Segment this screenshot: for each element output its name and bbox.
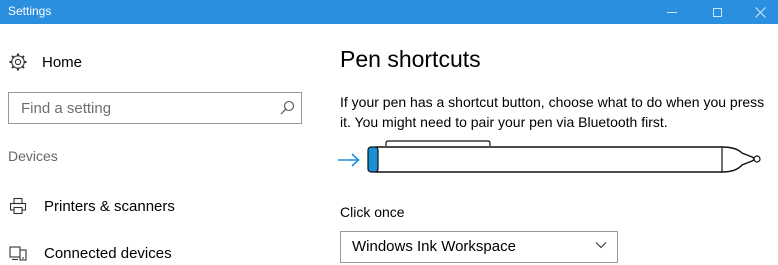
maximize-icon xyxy=(712,7,722,17)
search-icon[interactable] xyxy=(279,100,295,116)
window-title: Settings xyxy=(8,4,52,18)
click-once-label: Click once xyxy=(340,204,405,220)
minimize-button[interactable] xyxy=(652,0,692,24)
nav-home[interactable]: Home xyxy=(8,50,208,74)
maximize-button[interactable] xyxy=(697,0,737,24)
page-title: Pen shortcuts xyxy=(340,46,481,72)
minimize-icon xyxy=(667,11,677,13)
nav-home-label: Home xyxy=(42,53,83,71)
sidebar-item-connected-devices[interactable]: Connected devices xyxy=(8,241,268,265)
click-once-dropdown[interactable]: Windows Ink Workspace xyxy=(340,231,618,263)
search-box[interactable] xyxy=(8,92,302,124)
chevron-down-icon xyxy=(595,242,607,249)
printer-icon xyxy=(9,197,27,215)
pen-illustration xyxy=(338,140,761,173)
gear-icon xyxy=(9,53,27,71)
sidebar-item-printers-scanners[interactable]: Printers & scanners xyxy=(8,194,268,218)
connected-devices-icon xyxy=(9,246,27,261)
close-button[interactable] xyxy=(740,0,778,24)
sidebar-item-label: Connected devices xyxy=(44,244,172,262)
search-input[interactable] xyxy=(9,93,269,123)
close-icon xyxy=(754,6,766,18)
title-bar: Settings xyxy=(0,0,778,24)
sidebar-item-label: Printers & scanners xyxy=(44,197,175,215)
click-once-selected-value: Windows Ink Workspace xyxy=(352,238,516,255)
arrow-right-icon xyxy=(338,153,360,167)
page-description: If your pen has a shortcut button, choos… xyxy=(340,94,765,130)
section-label-devices: Devices xyxy=(8,148,58,164)
